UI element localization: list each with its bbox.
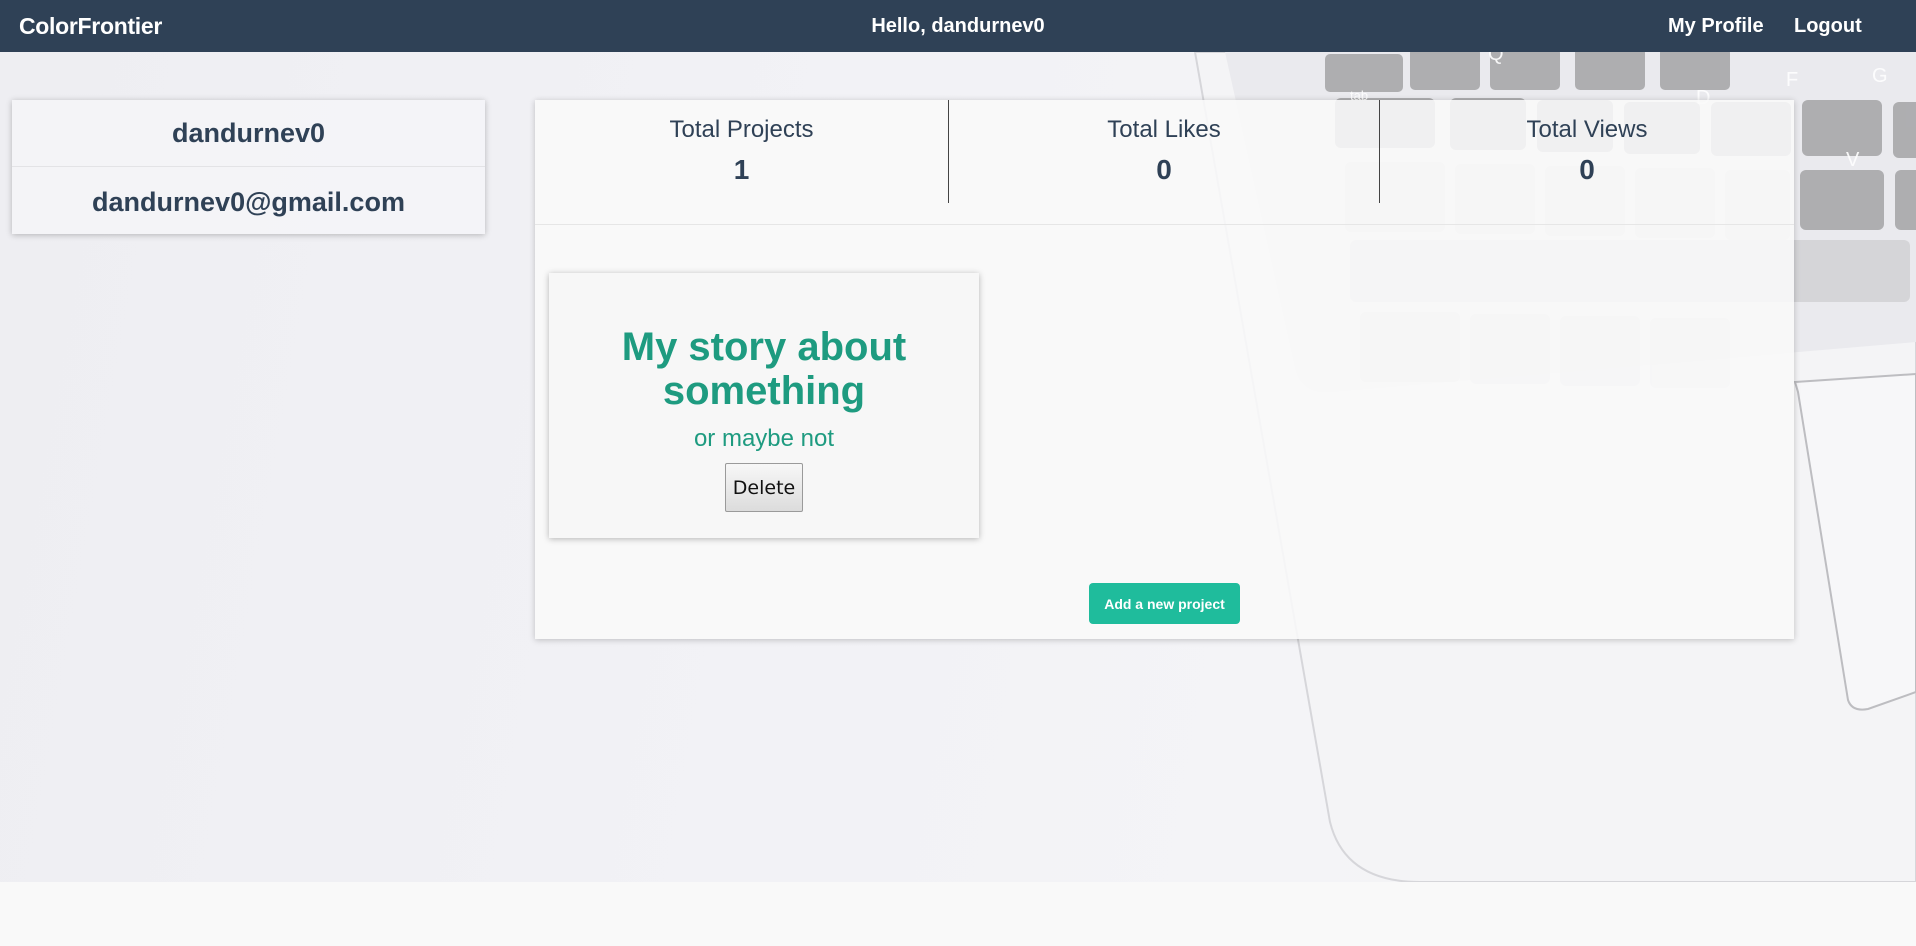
key-g-label: G [1872, 65, 1888, 87]
key-v-label: V [1846, 149, 1860, 171]
stat-total-projects: Total Projects 1 [535, 100, 949, 203]
project-subtitle: or maybe not [693, 425, 835, 452]
project-title[interactable]: My story about something [574, 325, 954, 413]
stat-label: Total Likes [1107, 116, 1221, 143]
top-navbar: ColorFrontier Hello, dandurnev0 My Profi… [0, 0, 1916, 52]
project-card[interactable]: My story about something or maybe not De… [549, 273, 979, 538]
stat-value: 1 [733, 154, 750, 185]
delete-project-button[interactable]: Delete [725, 463, 803, 512]
stat-value: 0 [1156, 154, 1172, 185]
profile-page: Q F G D V tab ColorFrontier Hello, dandu… [0, 0, 1916, 946]
logout-link[interactable]: Logout [1794, 15, 1862, 38]
projects-panel: Total Projects 1 Total Likes 0 Total Vie… [535, 100, 1794, 639]
stat-total-likes: Total Likes 0 [949, 100, 1380, 203]
stat-value: 0 [1579, 154, 1595, 185]
stat-label: Total Views [1526, 116, 1648, 143]
stat-total-views: Total Views 0 [1380, 100, 1794, 203]
user-greeting: Hello, dandurnev0 [871, 15, 1045, 37]
page-footer-area [0, 882, 1916, 946]
key-q-label: Q [1488, 52, 1504, 65]
brand-logo-link[interactable]: ColorFrontier [19, 13, 162, 40]
key-f-label: F [1786, 69, 1798, 91]
stats-bar: Total Projects 1 Total Likes 0 Total Vie… [535, 100, 1794, 225]
user-info-card: dandurnev0 dandurnev0@gmail.com [12, 100, 485, 234]
user-email: dandurnev0@gmail.com [92, 187, 405, 217]
add-project-button[interactable]: Add a new project [1089, 583, 1240, 624]
my-profile-link[interactable]: My Profile [1668, 15, 1764, 38]
username: dandurnev0 [12, 100, 485, 167]
stat-label: Total Projects [669, 116, 814, 143]
